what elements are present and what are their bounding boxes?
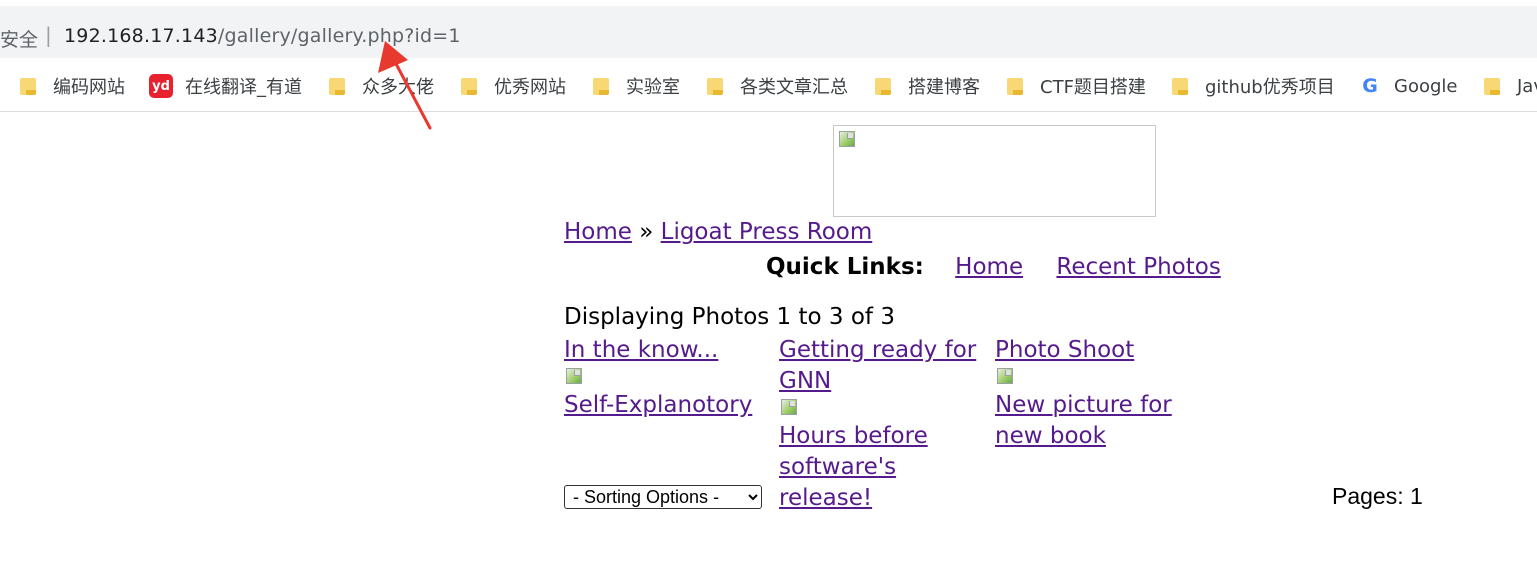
photo-thumbnail[interactable] <box>779 397 799 421</box>
photo-caption-link[interactable]: Hours before software's release! <box>779 423 928 511</box>
bookmark-item[interactable]: 众多大佬 <box>329 74 434 98</box>
breadcrumb-home-link[interactable]: Home <box>564 219 632 245</box>
displaying-count: Displaying Photos 1 to 3 of 3 <box>564 304 895 330</box>
photo-title-link[interactable]: Photo Shoot <box>995 337 1134 363</box>
bookmark-item[interactable]: Jav <box>1484 74 1537 98</box>
folder-icon <box>1484 76 1501 96</box>
browser-chrome: 安全 | 192.168.17.143/gallery/gallery.php?… <box>0 0 1537 112</box>
bookmark-item[interactable]: 搭建博客 <box>875 74 980 98</box>
bookmark-item[interactable]: 编码网站 <box>20 74 125 98</box>
chrome-divider <box>0 111 1537 112</box>
photo-item: In the know... Self-Explanotory <box>564 335 776 421</box>
youdao-icon: yd <box>149 74 173 98</box>
bookmarks-bar: 编码网站 yd 在线翻译_有道 众多大佬 优秀网站 实验室 各类文章汇总 搭建博… <box>0 66 1537 106</box>
photo-title-link[interactable]: In the know... <box>564 337 718 363</box>
photo-caption-link[interactable]: New picture for new book <box>995 392 1172 449</box>
pagination-label: Pages: 1 <box>1332 483 1423 509</box>
site-logo-image <box>833 125 1156 217</box>
broken-image-icon <box>837 129 857 149</box>
sorting-options-select[interactable]: - Sorting Options - <box>564 485 762 509</box>
folder-icon <box>875 76 892 96</box>
folder-icon <box>1172 76 1189 96</box>
breadcrumb: Home » Ligoat Press Room <box>564 219 872 245</box>
bookmark-label: 各类文章汇总 <box>740 77 848 98</box>
quick-links-label: Quick Links: <box>766 254 924 280</box>
url-host: 192.168.17.143 <box>64 25 218 47</box>
bookmark-label: Google <box>1394 75 1458 97</box>
bookmark-item[interactable]: 优秀网站 <box>461 74 566 98</box>
photo-title-link[interactable]: Getting ready for GNN <box>779 337 976 394</box>
folder-icon <box>593 76 610 96</box>
bookmark-item[interactable]: CTF题目搭建 <box>1007 74 1146 98</box>
quick-link-recent-photos[interactable]: Recent Photos <box>1056 254 1220 280</box>
photo-thumbnail[interactable] <box>564 366 584 390</box>
bookmark-item[interactable]: 各类文章汇总 <box>707 74 848 98</box>
url-path: /gallery/gallery.php?id=1 <box>217 25 461 47</box>
bookmark-label: 编码网站 <box>53 77 125 98</box>
address-separator: | <box>45 23 52 47</box>
breadcrumb-current-link[interactable]: Ligoat Press Room <box>661 219 873 245</box>
bookmark-label: 在线翻译_有道 <box>185 77 302 98</box>
google-icon: G <box>1362 75 1378 97</box>
breadcrumb-separator: » <box>639 219 654 245</box>
quick-links: Quick Links: Home Recent Photos <box>766 254 1247 280</box>
bookmark-label: 搭建博客 <box>908 77 980 98</box>
security-indicator[interactable]: 安全 <box>0 25 38 52</box>
bookmark-label: 优秀网站 <box>494 77 566 98</box>
bookmark-label: 实验室 <box>626 77 680 98</box>
folder-icon <box>329 76 346 96</box>
folder-icon <box>461 76 478 96</box>
address-bar[interactable]: 安全 | 192.168.17.143/gallery/gallery.php?… <box>0 6 1537 58</box>
bookmark-label: github优秀项目 <box>1205 77 1335 98</box>
bookmark-item[interactable]: github优秀项目 <box>1172 74 1335 98</box>
url-text[interactable]: 192.168.17.143/gallery/gallery.php?id=1 <box>64 25 461 47</box>
photo-thumbnail[interactable] <box>995 366 1015 390</box>
bookmark-item[interactable]: G Google <box>1360 74 1457 98</box>
folder-icon <box>20 76 37 96</box>
photo-caption-link[interactable]: Self-Explanotory <box>564 392 752 418</box>
bookmark-label: CTF题目搭建 <box>1040 77 1146 98</box>
bookmark-item[interactable]: yd 在线翻译_有道 <box>149 74 302 98</box>
folder-icon <box>707 76 724 96</box>
folder-icon <box>1007 76 1024 96</box>
photo-item: Photo Shoot New picture for new book <box>995 335 1207 452</box>
bookmark-item[interactable]: 实验室 <box>593 74 680 98</box>
quick-link-home[interactable]: Home <box>955 254 1023 280</box>
bookmark-label: 众多大佬 <box>362 77 434 98</box>
photo-item: Getting ready for GNN Hours before softw… <box>779 335 991 514</box>
bookmark-label: Jav <box>1517 75 1537 97</box>
